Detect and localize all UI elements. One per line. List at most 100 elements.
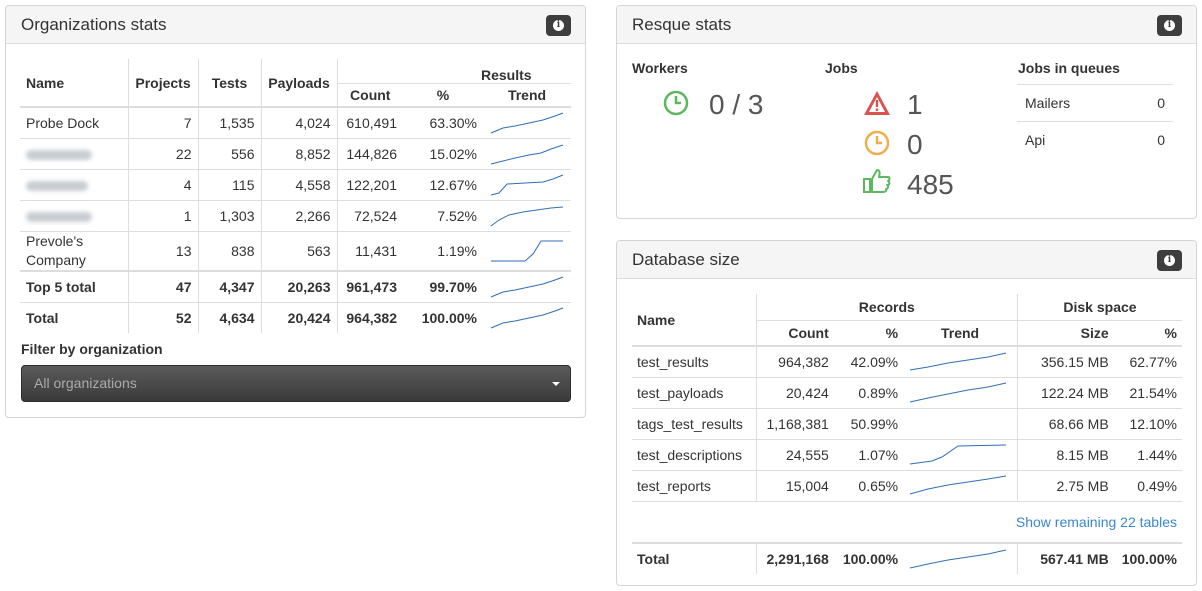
jobs-pending-count: 0 [907,129,923,160]
info-icon[interactable]: i [1157,15,1182,36]
col-count: Count [336,83,403,107]
org-name: Total [20,301,128,333]
cell-projects: 7 [127,106,198,138]
table-row-top5: Top 5 total 47 4,347 20,263 961,473 99.7… [20,270,571,302]
workers-label: Workers [632,60,688,76]
cell-count: 1,168,381 [755,407,834,439]
trend-sparkline [903,345,1018,377]
cell-pct: 1.19% [403,230,483,271]
redacted-name [26,180,88,191]
cell-size-pct: 100.00% [1113,542,1182,574]
col-size-pct: % [1164,324,1177,341]
table-row-total: Total 52 4,634 20,424 964,382 100.00% [20,301,571,333]
info-icon[interactable]: i [1157,250,1182,271]
redacted-name [26,149,92,160]
col-results: Results [336,59,571,84]
filter-selected-value: All organizations [34,375,137,391]
organizations-stats-panel: Organizations stats i Name Projects Test… [5,5,586,418]
table-name: test_payloads [632,376,757,408]
panel-title: Resque stats [632,15,732,34]
database-table: Name Records Disk space Count % Trend Si… [632,294,1182,574]
col-payloads: Payloads [260,59,337,107]
show-remaining-tables-link[interactable]: Show remaining 22 tables [1016,514,1177,530]
cell-projects: 1 [127,199,198,231]
cell-pct: 50.99% [833,407,904,439]
trend-sparkline [483,137,571,169]
jobs-processed-count: 485 [907,169,954,200]
cell-size: 567.41 MB [1016,542,1114,574]
cell-count: 20,424 [755,376,834,408]
col-pct: % [436,86,450,103]
organizations-table: Name Projects Tests Payloads Results Cou… [20,59,571,333]
org-name: Probe Dock [20,106,128,138]
queue-count: 0 [1129,84,1173,122]
table-name: test_reports [632,469,757,501]
clock-icon [864,130,890,156]
trend-sparkline [903,376,1018,408]
cell-count: 961,473 [336,270,403,302]
cell-payloads: 2,266 [260,199,337,231]
info-icon[interactable]: i [546,15,571,36]
cell-pct: 63.30% [403,106,483,138]
col-trend: Trend [940,324,980,341]
table-row: test_results 964,382 42.09% 356.15 MB 62… [632,345,1182,377]
cell-projects: 47 [127,270,198,302]
org-name [20,168,128,200]
cell-projects: 4 [127,168,198,200]
trend-sparkline [903,407,1018,439]
cell-count: 964,382 [755,345,834,377]
cell-size: 2.75 MB [1016,469,1114,501]
cell-tests: 4,347 [197,270,261,302]
cell-payloads: 8,852 [260,137,337,169]
cell-size: 8.15 MB [1016,438,1114,470]
org-name [20,137,128,169]
filter-label: Filter by organization [21,341,163,357]
panel-heading: Resque stats i [617,6,1196,44]
redacted-name [26,211,92,222]
cell-count: 15,004 [755,469,834,501]
cell-tests: 1,535 [197,106,261,138]
cell-size: 122.24 MB [1016,376,1114,408]
col-pct: % [885,324,899,341]
cell-payloads: 563 [260,230,337,271]
table-row: test_descriptions 24,555 1.07% 8.15 MB 1… [632,438,1182,470]
cell-pct: 12.67% [403,168,483,200]
table-row: 22 556 8,852 144,826 15.02% [20,137,571,169]
cell-pct: 1.07% [833,438,904,470]
cell-pct: 0.89% [833,376,904,408]
panel-title: Database size [632,250,740,269]
trend-sparkline [903,469,1018,501]
cell-count: 11,431 [336,230,403,271]
cell-tests: 556 [197,137,261,169]
cell-pct: 0.65% [833,469,904,501]
warning-icon [864,91,890,115]
trend-sparkline [483,106,571,138]
col-projects: Projects [127,59,198,107]
queue-row: Api 0 [1017,121,1173,159]
trend-sparkline [903,438,1018,470]
table-row: 1 1,303 2,266 72,524 7.52% [20,199,571,231]
trend-sparkline [483,301,571,333]
col-records: Records [755,294,1018,321]
cell-count: 72,524 [336,199,403,231]
cell-payloads: 20,263 [260,270,337,302]
cell-count: 144,826 [336,137,403,169]
cell-pct: 99.70% [403,270,483,302]
cell-size: 356.15 MB [1016,345,1114,377]
queue-row: Mailers 0 [1017,84,1173,122]
trend-sparkline [483,199,571,231]
cell-payloads: 4,558 [260,168,337,200]
queue-count: 0 [1129,121,1173,159]
workers-value: 0 / 3 [709,89,764,120]
panel-heading: Organizations stats i [6,6,585,44]
cell-pct: 15.02% [403,137,483,169]
cell-count: 610,491 [336,106,403,138]
col-disk-space: Disk space [1016,294,1182,321]
cell-payloads: 20,424 [260,301,337,333]
trend-sparkline [483,168,571,200]
database-size-panel: Database size i Name Records Disk space … [616,240,1197,586]
clock-icon [663,90,689,116]
cell-count: 2,291,168 [755,542,834,574]
table-row: Prevole's Company 13 838 563 11,431 1.19… [20,230,571,271]
organization-filter-select[interactable]: All organizations [21,365,571,402]
